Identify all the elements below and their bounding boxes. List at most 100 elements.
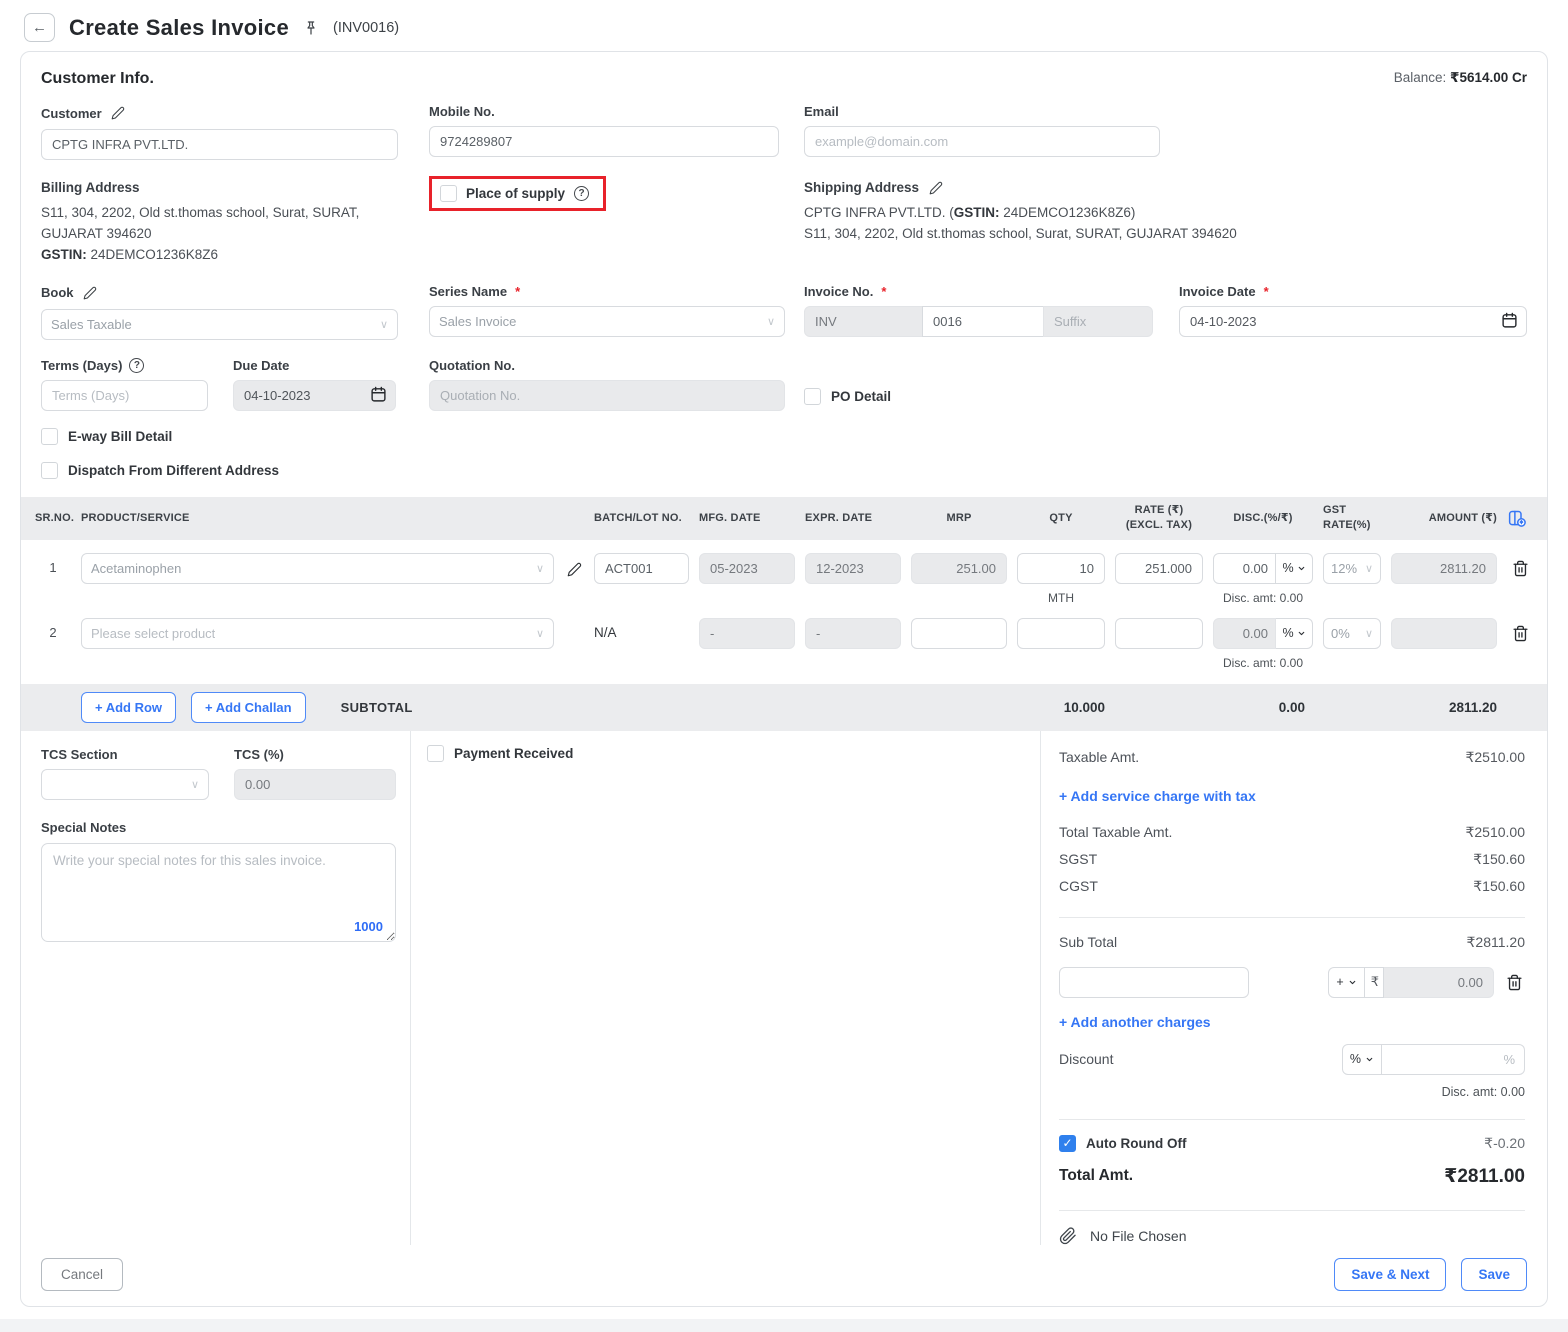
- row1-qty-input[interactable]: [1017, 552, 1105, 584]
- row2-disc-cell: % Disc. amt: 0.00: [1213, 617, 1313, 670]
- invoice-no-label: Invoice No. *: [804, 283, 887, 299]
- bottom-section: TCS Section ∨ TCS (%) Special Notes 1000: [21, 730, 1547, 1245]
- eway-bill-checkbox[interactable]: [41, 427, 58, 445]
- billing-gstin: GSTIN: 24DEMCO1236K8Z6: [41, 246, 219, 262]
- attach-file-row[interactable]: No File Chosen: [1059, 1227, 1525, 1245]
- tcs-section-select[interactable]: ∨: [41, 768, 209, 800]
- tcs-section-field: TCS Section ∨: [41, 747, 209, 800]
- row2-gst-select[interactable]: 0% ∨: [1323, 617, 1381, 649]
- invoice-date-input[interactable]: [1179, 305, 1527, 337]
- email-field: Email: [804, 96, 1527, 160]
- product-table-header: SR.NO. PRODUCT/SERVICE BATCH/LOT NO. MFG…: [21, 496, 1547, 540]
- row1-mrp-input[interactable]: [911, 552, 1007, 584]
- col-header-rate: RATE (₹) (EXCL. TAX): [1125, 504, 1193, 532]
- charge-amount-input[interactable]: [1384, 966, 1494, 998]
- place-of-supply-help-icon[interactable]: ?: [574, 186, 590, 201]
- row2-qty-input[interactable]: [1017, 617, 1105, 649]
- row1-gst-select[interactable]: 12% ∨: [1323, 552, 1381, 584]
- billing-address-line1: S11, 304, 2202, Old st.thomas school, Su…: [41, 204, 360, 220]
- invoice-number-input[interactable]: [922, 305, 1044, 337]
- save-button[interactable]: Save: [1461, 1257, 1527, 1291]
- row1-disc-unit-select[interactable]: %: [1276, 552, 1313, 584]
- row2-mrp-input[interactable]: [911, 617, 1007, 649]
- terms-help-icon[interactable]: ?: [129, 357, 145, 373]
- pin-icon[interactable]: [303, 20, 319, 36]
- due-date-picker[interactable]: [233, 379, 396, 411]
- invoice-date-picker[interactable]: [1179, 305, 1527, 337]
- row2-amount-input[interactable]: [1391, 617, 1497, 649]
- customer-edit-pencil-icon[interactable]: [109, 104, 127, 122]
- customer-label: Customer: [41, 104, 127, 122]
- row1-rate-input[interactable]: [1115, 552, 1203, 584]
- add-row-button[interactable]: + Add Row: [81, 691, 177, 723]
- tcs-pct-input[interactable]: [234, 768, 396, 800]
- mobile-label: Mobile No.: [429, 104, 495, 119]
- row1-edit-pencil-icon[interactable]: [564, 560, 584, 579]
- po-detail-checkbox[interactable]: [804, 387, 821, 405]
- row2-delete-trash-icon[interactable]: [1507, 623, 1533, 644]
- row1-unit-label: MTH: [1048, 590, 1074, 605]
- row1-srno: 1: [49, 559, 57, 575]
- column-settings-icon[interactable]: [1507, 508, 1533, 529]
- row1-mfg-input[interactable]: [699, 552, 795, 584]
- chevron-down-icon: ∨: [379, 318, 388, 331]
- chevron-down-icon: ∨: [190, 778, 199, 791]
- total-amt-row: Total Amt. ₹2811.00: [1059, 1165, 1525, 1187]
- cancel-button[interactable]: Cancel: [41, 1257, 124, 1291]
- col-header-disc: DISC.(%/₹): [1233, 511, 1293, 524]
- book-edit-pencil-icon[interactable]: [81, 284, 99, 302]
- po-detail-cell: PO Detail: [804, 350, 1179, 411]
- billing-address-line2: GUJARAT 394620: [41, 225, 152, 241]
- mobile-input[interactable]: [429, 126, 779, 157]
- shipping-edit-pencil-icon[interactable]: [927, 179, 945, 197]
- no-file-chosen-label: No File Chosen: [1090, 1227, 1187, 1244]
- row2-disc-input[interactable]: [1213, 617, 1276, 649]
- row2-disc-unit-select[interactable]: %: [1276, 617, 1313, 649]
- terms-input[interactable]: [41, 379, 208, 411]
- email-input[interactable]: [804, 126, 1160, 157]
- special-notes-textarea[interactable]: [41, 842, 396, 942]
- row2-mfg-input[interactable]: [699, 617, 795, 649]
- row2-product-select[interactable]: Please select product ∨: [81, 617, 554, 649]
- row1-disc-input[interactable]: [1213, 552, 1276, 584]
- auto-round-label: Auto Round Off: [1086, 1135, 1187, 1151]
- balance-value: ₹5614.00 Cr: [1450, 70, 1527, 85]
- invoice-prefix-input[interactable]: [804, 305, 923, 337]
- customer-info-header: Customer Info. Balance: ₹5614.00 Cr: [21, 52, 1547, 92]
- charge-sign-select[interactable]: +: [1328, 966, 1365, 998]
- shipping-address-line1: CPTG INFRA PVT.LTD. (GSTIN: 24DEMCO1236K…: [804, 204, 1136, 220]
- po-detail-label: PO Detail: [831, 388, 892, 404]
- save-next-button[interactable]: Save & Next: [1334, 1257, 1447, 1291]
- quotation-input[interactable]: [429, 379, 785, 411]
- row2-rate-input[interactable]: [1115, 617, 1203, 649]
- place-of-supply-checkbox[interactable]: [440, 185, 457, 202]
- shipping-address-line2: S11, 304, 2202, Old st.thomas school, Su…: [804, 225, 1237, 241]
- row1-amount-input[interactable]: [1391, 552, 1497, 584]
- address-row: Billing Address S11, 304, 2202, Old st.t…: [21, 160, 1547, 266]
- row1-delete-trash-icon[interactable]: [1507, 558, 1533, 579]
- discount-value-input[interactable]: %: [1382, 1043, 1525, 1075]
- book-select[interactable]: Sales Taxable ∨: [41, 308, 398, 340]
- row1-batch-input[interactable]: [594, 552, 689, 584]
- auto-round-checkbox[interactable]: ✓: [1059, 1134, 1076, 1152]
- add-another-charges-link[interactable]: + Add another charges: [1059, 1014, 1211, 1030]
- customer-input[interactable]: [41, 129, 398, 160]
- add-challan-button[interactable]: + Add Challan: [191, 691, 306, 723]
- payment-received-checkbox[interactable]: [427, 744, 444, 762]
- mobile-field: Mobile No.: [429, 96, 804, 160]
- due-date-input[interactable]: [233, 379, 396, 411]
- table-row: 2 Please select product ∨ N/A % Disc. am…: [21, 605, 1547, 670]
- row2-expr-input[interactable]: [805, 617, 901, 649]
- charge-name-input[interactable]: [1059, 966, 1249, 998]
- sub-total-row: Sub Total ₹2811.20: [1059, 933, 1525, 951]
- discount-unit-select[interactable]: %: [1341, 1043, 1382, 1075]
- add-service-charge-link[interactable]: + Add service charge with tax: [1059, 788, 1256, 804]
- invoice-suffix-input[interactable]: [1043, 305, 1153, 337]
- back-button[interactable]: ←: [24, 13, 55, 42]
- charge-delete-trash-icon[interactable]: [1504, 972, 1525, 993]
- dispatch-checkbox[interactable]: [41, 461, 58, 479]
- series-select[interactable]: Sales Invoice ∨: [429, 305, 785, 337]
- row1-product-select[interactable]: Acetaminophen ∨: [81, 552, 554, 584]
- row1-expr-input[interactable]: [805, 552, 901, 584]
- auto-round-row: ✓ Auto Round Off ₹-0.20: [1059, 1134, 1525, 1152]
